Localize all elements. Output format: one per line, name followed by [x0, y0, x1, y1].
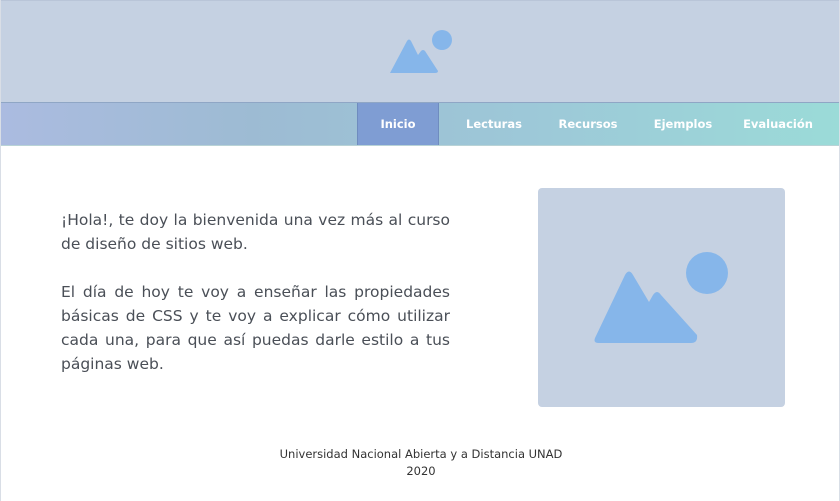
nav-item-inicio[interactable]: Inicio: [357, 103, 439, 145]
page: Inicio Lecturas Recursos Ejemplos Evalua…: [0, 0, 840, 501]
header-banner-image: [1, 0, 839, 102]
content-image-placeholder: [538, 188, 785, 407]
footer-university: Universidad Nacional Abierta y a Distanc…: [279, 447, 563, 461]
footer-year: 2020: [406, 464, 436, 478]
nav-item-recursos[interactable]: Recursos: [548, 103, 628, 145]
nav-item-evaluacion[interactable]: Evaluación: [738, 103, 818, 145]
image-placeholder-icon: [390, 30, 452, 73]
welcome-text: ¡Hola!, te doy la bienvenida una vez más…: [61, 208, 450, 400]
intro-paragraph: El día de hoy te voy a enseñar las propi…: [61, 283, 450, 373]
nav-item-ejemplos[interactable]: Ejemplos: [643, 103, 723, 145]
image-placeholder-icon: [594, 252, 728, 343]
nav-item-lecturas[interactable]: Lecturas: [454, 103, 534, 145]
main-navbar: Inicio Lecturas Recursos Ejemplos Evalua…: [1, 102, 839, 146]
footer: Universidad Nacional Abierta y a Distanc…: [1, 446, 839, 480]
welcome-paragraph: ¡Hola!, te doy la bienvenida una vez más…: [61, 211, 450, 253]
